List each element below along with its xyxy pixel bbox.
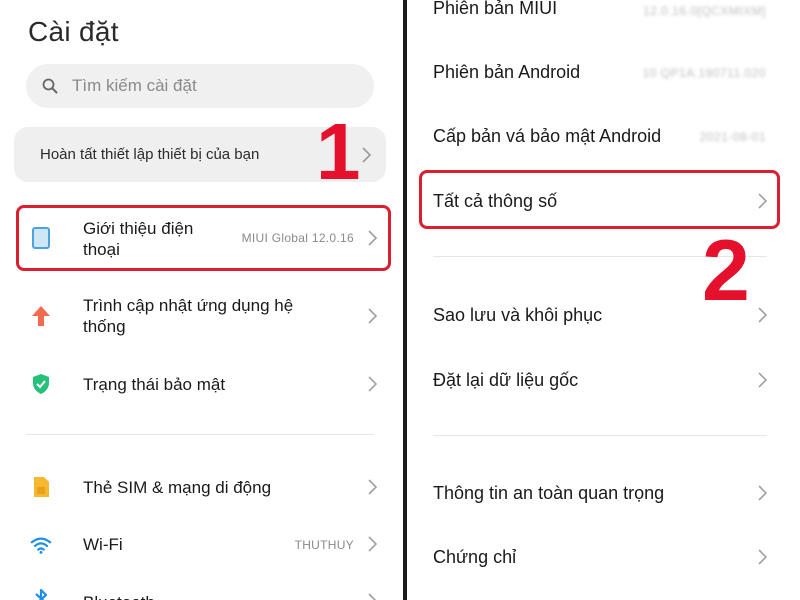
bluetooth-icon — [30, 588, 52, 600]
spec-item-android-version[interactable]: Phiên bản Android 10 QP1A.190711.020 — [407, 58, 800, 88]
step-number-2: 2 — [702, 223, 750, 319]
settings-item-wifi[interactable]: Wi-Fi THUTHUY — [0, 520, 403, 570]
search-icon — [42, 78, 58, 94]
settings-panel-left: Cài đặt Hoàn tất thiết lập thiết bị của … — [0, 0, 403, 600]
settings-item-label: Trạng thái bảo mật — [83, 375, 226, 394]
chevron-right-icon — [756, 484, 768, 502]
highlight-box-about-phone — [16, 205, 391, 271]
chevron-right-icon — [756, 548, 768, 566]
spec-item-label: Sao lưu và khôi phục — [433, 305, 603, 325]
page-title: Cài đặt — [28, 16, 119, 47]
spec-item-value: 2021-08-01 — [699, 130, 766, 144]
chevron-right-icon — [366, 375, 378, 393]
chevron-right-icon — [756, 306, 768, 324]
settings-item-bluetooth[interactable]: Bluetooth — [0, 580, 403, 600]
search-input[interactable] — [72, 76, 352, 96]
setup-banner-label: Hoàn tất thiết lập thiết bị của bạn — [40, 146, 260, 163]
spec-item-label: Phiên bản MIUI — [433, 0, 558, 18]
spec-item-label: Chứng chỉ — [433, 547, 517, 567]
settings-item-value: THUTHUY — [294, 538, 354, 552]
chevron-right-icon — [360, 146, 372, 164]
chevron-right-icon — [366, 535, 378, 553]
shield-icon — [30, 373, 52, 395]
settings-item-label: Thẻ SIM & mạng di động — [83, 478, 272, 497]
arrow-up-icon — [30, 305, 52, 327]
spec-item-value: 12.0.16.0[QCXMIXM] — [642, 4, 766, 18]
settings-item-certificates[interactable]: Chứng chỉ — [407, 533, 800, 583]
spec-item-value: 10 QP1A.190711.020 — [642, 66, 766, 80]
settings-item-security-status[interactable]: Trạng thái bảo mật — [0, 360, 403, 410]
chevron-right-icon — [366, 592, 378, 600]
settings-item-sim-mobile-network[interactable]: Thẻ SIM & mạng di động — [0, 463, 403, 513]
search-bar[interactable] — [26, 64, 374, 108]
settings-item-system-app-updater[interactable]: Trình cập nhật ứng dụng hệ thống — [0, 285, 403, 349]
spec-item-miui-version[interactable]: Phiên bản MIUI 12.0.16.0[QCXMIXM] — [407, 0, 800, 24]
settings-item-factory-reset[interactable]: Đặt lại dữ liệu gốc — [407, 355, 800, 405]
section-divider — [433, 435, 767, 436]
chevron-right-icon — [366, 478, 378, 496]
spec-item-label: Đặt lại dữ liệu gốc — [433, 370, 579, 390]
section-divider — [26, 434, 374, 435]
settings-item-label: Bluetooth — [83, 592, 155, 600]
spec-item-label: Cấp bản vá bảo mật Android — [433, 126, 662, 146]
spec-item-label: Thông tin an toàn quan trọng — [433, 483, 665, 503]
settings-item-label: Wi-Fi — [83, 535, 123, 554]
chevron-right-icon — [756, 371, 768, 389]
spec-item-label: Phiên bản Android — [433, 62, 581, 82]
spec-item-security-patch[interactable]: Cấp bản vá bảo mật Android 2021-08-01 — [407, 122, 800, 152]
wifi-icon — [30, 534, 52, 556]
sim-card-icon — [30, 476, 52, 498]
settings-item-safety-info[interactable]: Thông tin an toàn quan trọng — [407, 468, 800, 518]
settings-item-label: Trình cập nhật ứng dụng hệ thống — [83, 296, 294, 336]
chevron-right-icon — [366, 307, 378, 325]
about-phone-panel-right: Phiên bản MIUI 12.0.16.0[QCXMIXM] Phiên … — [407, 0, 800, 600]
step-number-1: 1 — [316, 107, 361, 196]
highlight-box-all-specs — [419, 170, 780, 229]
